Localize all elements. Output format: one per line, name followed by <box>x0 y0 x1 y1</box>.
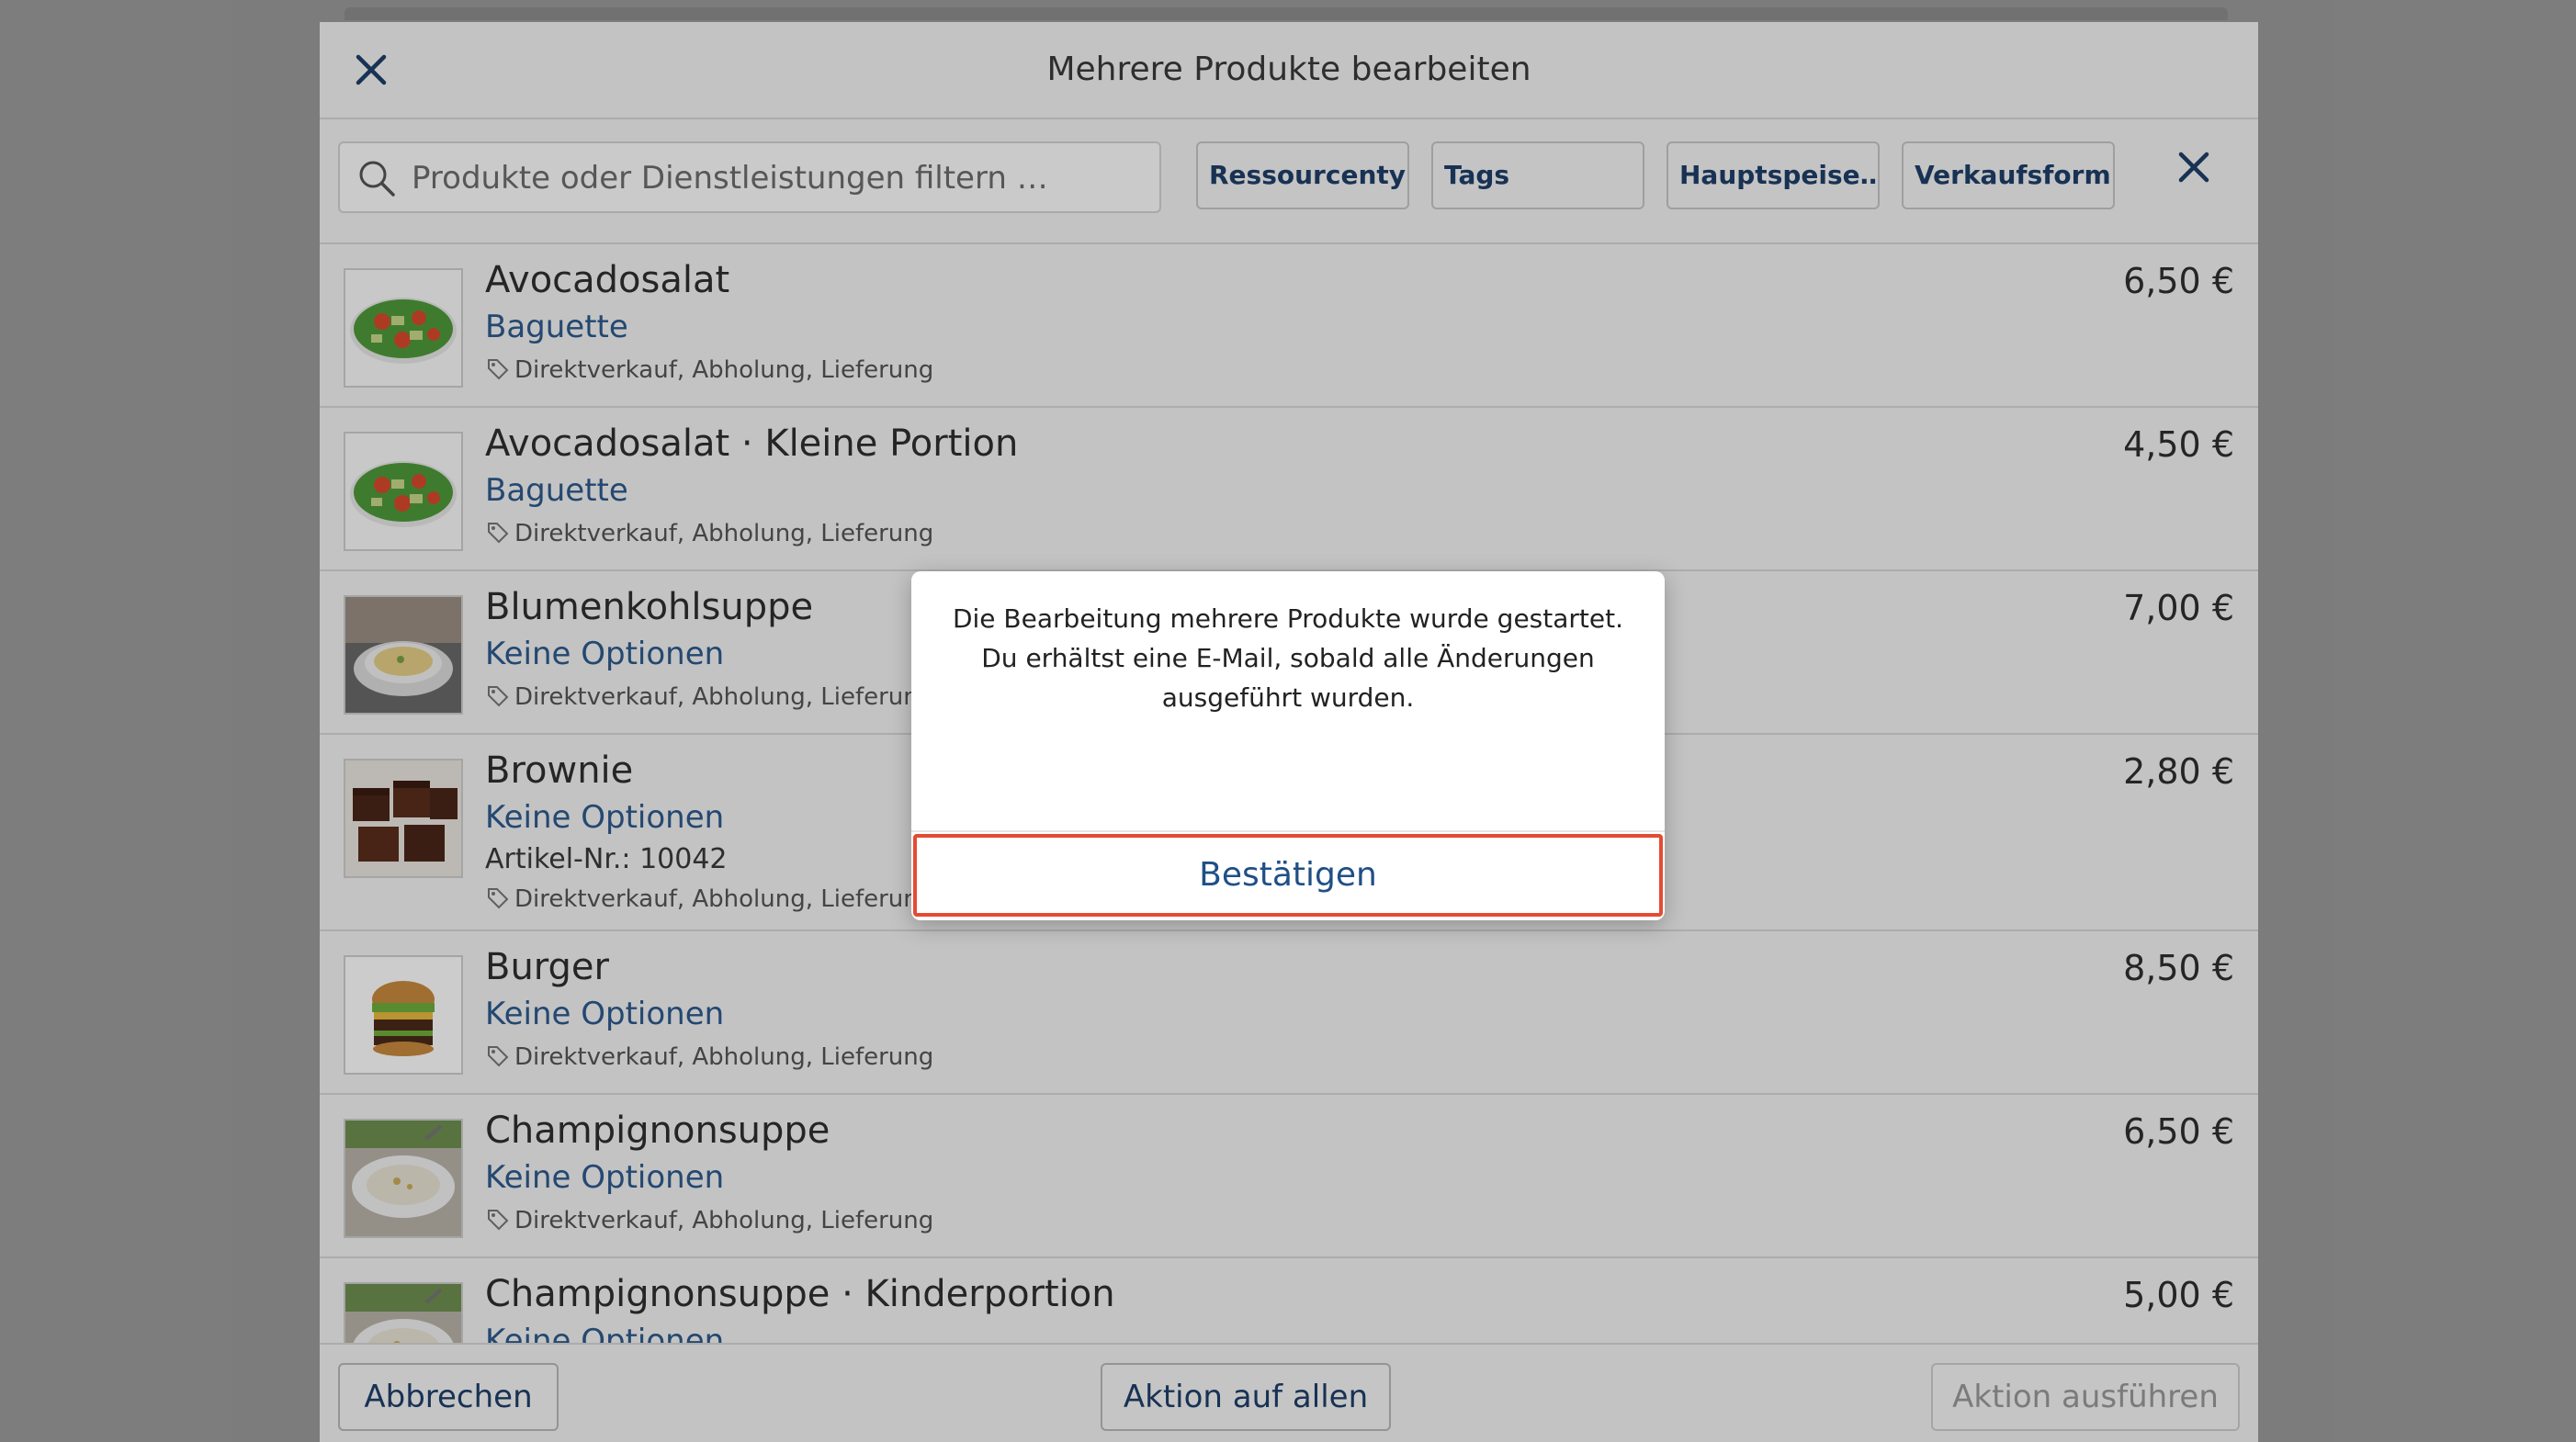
dialog-divider <box>911 830 1665 832</box>
confirmation-dialog: Die Bearbeitung mehrere Produkte wurde g… <box>911 571 1665 920</box>
confirm-button[interactable]: Bestätigen <box>913 834 1663 917</box>
dialog-message: Die Bearbeitung mehrere Produkte wurde g… <box>952 603 1624 713</box>
